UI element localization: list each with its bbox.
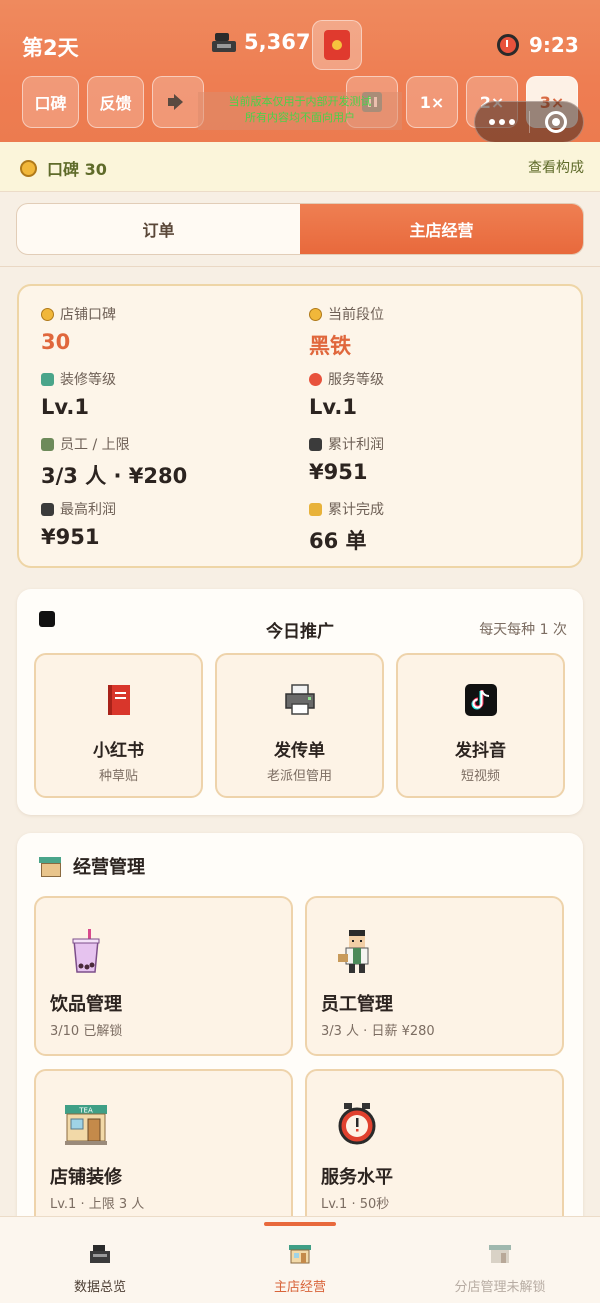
nav-data-overview[interactable]: 数据总览 bbox=[0, 1244, 200, 1295]
total-completed-value: 66 单 bbox=[309, 529, 367, 553]
promo-sub: 短视频 bbox=[460, 769, 500, 784]
view-breakdown-link[interactable]: 查看构成 bbox=[528, 157, 584, 177]
clock-time: 9:23 bbox=[529, 33, 579, 57]
nav-main-store[interactable]: 主店经营 bbox=[200, 1244, 400, 1295]
tab-main-store[interactable]: 主店经营 bbox=[300, 204, 583, 254]
sound-button[interactable] bbox=[152, 76, 204, 128]
nav-branch-management[interactable]: 分店管理未解锁 bbox=[400, 1244, 600, 1295]
nav-label: 主店经营 bbox=[273, 1280, 326, 1295]
shop-sign-text: TEA bbox=[78, 1107, 93, 1115]
coin-icon bbox=[41, 307, 54, 321]
stat-total-profit: 累计利润 ¥951 bbox=[309, 437, 384, 484]
management-item-sub: Lv.1 · 上限 3 人 bbox=[50, 1197, 145, 1212]
tea-shop-icon: TEA bbox=[65, 1105, 107, 1145]
shop-icon bbox=[41, 372, 54, 386]
stat-service-level: 服务等级 Lv.1 bbox=[309, 372, 384, 419]
divider bbox=[0, 266, 600, 267]
dev-test-banner: 当前版本仅用于内部开发测试 所有内容均不面向用户 bbox=[198, 92, 402, 130]
target-icon bbox=[545, 111, 568, 133]
store-reputation-value: 30 bbox=[41, 330, 71, 354]
promo-flyer-button[interactable]: 发传单 老派但管用 bbox=[215, 653, 384, 798]
stat-current-rank: 当前段位 黑铁 bbox=[309, 307, 384, 358]
cash-register-icon bbox=[90, 1245, 110, 1263]
stat-decor-level: 装修等级 Lv.1 bbox=[41, 372, 116, 419]
cash-register-icon bbox=[212, 31, 236, 53]
promo-name: 发抖音 bbox=[455, 741, 506, 761]
management-header: 经营管理 bbox=[39, 853, 145, 879]
active-tab-indicator bbox=[264, 1222, 336, 1226]
tiktok-icon bbox=[464, 684, 497, 716]
stat-max-profit: 最高利润 ¥951 bbox=[41, 502, 116, 549]
store-decoration-button[interactable]: TEA 店铺装修 Lv.1 · 上限 3 人 bbox=[34, 1069, 293, 1229]
nav-label: 数据总览 bbox=[73, 1280, 126, 1295]
staff-management-button[interactable]: 员工管理 3/3 人 · 日薪 ¥280 bbox=[305, 896, 564, 1056]
money-value: 5,367 bbox=[244, 30, 311, 54]
management-item-name: 员工管理 bbox=[321, 994, 393, 1015]
shop-icon bbox=[39, 857, 61, 877]
printer-icon bbox=[284, 684, 315, 715]
management-item-name: 服务水平 bbox=[321, 1167, 393, 1188]
management-item-name: 店铺装修 bbox=[50, 1167, 122, 1188]
game-clock: 9:23 bbox=[497, 33, 579, 57]
bubble-tea-icon bbox=[72, 929, 100, 973]
alarm-clock-icon bbox=[338, 1103, 376, 1145]
management-title: 经营管理 bbox=[73, 857, 145, 878]
feedback-button[interactable]: 反馈 bbox=[87, 76, 144, 128]
speaker-icon bbox=[168, 94, 188, 110]
management-card: 经营管理 饮品管理 3/10 已解锁 员工管理 3/3 人 · 日薪 ¥280 bbox=[17, 833, 583, 1253]
coin-icon bbox=[20, 159, 37, 177]
promo-name: 发传单 bbox=[274, 741, 325, 761]
promo-xiaohongshu-button[interactable]: 小红书 种草贴 bbox=[34, 653, 203, 798]
management-item-sub: 3/10 已解锁 bbox=[50, 1024, 123, 1039]
store-stats-card: 店铺口碑 30 当前段位 黑铁 装修等级 Lv.1 服务等级 Lv.1 员工 /… bbox=[17, 284, 583, 568]
coin-icon bbox=[309, 307, 322, 321]
management-item-name: 饮品管理 bbox=[50, 994, 122, 1015]
cash-register-icon bbox=[41, 502, 54, 516]
locked-shop-icon bbox=[489, 1245, 511, 1263]
tab-orders[interactable]: 订单 bbox=[17, 204, 300, 254]
banner-line-1: 当前版本仅用于内部开发测试 bbox=[228, 95, 372, 108]
decor-level-value: Lv.1 bbox=[41, 395, 89, 419]
miniprogram-capsule bbox=[474, 101, 584, 143]
shop-icon bbox=[289, 1245, 311, 1264]
alarm-clock-icon bbox=[497, 34, 519, 56]
money-display: 5,367 bbox=[212, 30, 310, 54]
management-item-sub: 3/3 人 · 日薪 ¥280 bbox=[321, 1024, 435, 1039]
reputation-label: 口碑 30 bbox=[47, 160, 107, 179]
current-rank-value: 黑铁 bbox=[309, 334, 351, 358]
alarm-clock-icon bbox=[309, 372, 322, 386]
reputation-summary: 口碑 30 bbox=[20, 156, 107, 180]
speed-1x-button[interactable]: 1× bbox=[406, 76, 458, 128]
drinks-management-button[interactable]: 饮品管理 3/10 已解锁 bbox=[34, 896, 293, 1056]
max-profit-value: ¥951 bbox=[41, 525, 100, 549]
close-miniprogram-button[interactable] bbox=[529, 111, 583, 133]
lock-icon bbox=[309, 502, 322, 516]
red-book-icon bbox=[107, 685, 130, 715]
more-menu-button[interactable] bbox=[475, 119, 529, 125]
promo-sub: 种草贴 bbox=[98, 769, 138, 784]
segmented-tabs: 订单 主店经营 bbox=[16, 203, 584, 255]
staff-value: 3/3 人 · ¥280 bbox=[41, 464, 188, 488]
red-packet-icon bbox=[324, 30, 350, 60]
cash-register-icon bbox=[309, 437, 322, 451]
promo-sub: 老派但管用 bbox=[266, 769, 332, 784]
management-item-sub: Lv.1 · 50秒 bbox=[321, 1197, 390, 1212]
service-level-button[interactable]: 服务水平 Lv.1 · 50秒 bbox=[305, 1069, 564, 1229]
stat-staff: 员工 / 上限 3/3 人 · ¥280 bbox=[41, 437, 188, 488]
day-counter: 第2天 bbox=[22, 36, 79, 60]
stat-total-completed: 累计完成 66 单 bbox=[309, 502, 384, 553]
banner-line-2: 所有内容均不面向用户 bbox=[245, 111, 355, 124]
promo-douyin-button[interactable]: 发抖音 短视频 bbox=[396, 653, 565, 798]
nav-label: 分店管理未解锁 bbox=[454, 1280, 546, 1295]
reputation-button[interactable]: 口碑 bbox=[22, 76, 79, 128]
staff-icon bbox=[338, 930, 369, 973]
promotion-note: 每天每种 1 次 bbox=[479, 622, 567, 638]
staff-icon bbox=[41, 437, 54, 451]
promotion-card: 今日推广 每天每种 1 次 小红书 种草贴 发传单 老派但管用 发抖音 短视频 bbox=[17, 589, 583, 815]
stat-store-reputation: 店铺口碑 30 bbox=[41, 307, 116, 354]
total-profit-value: ¥951 bbox=[309, 460, 368, 484]
promo-name: 小红书 bbox=[93, 741, 144, 761]
service-level-value: Lv.1 bbox=[309, 395, 357, 419]
red-packet-button[interactable] bbox=[312, 20, 362, 70]
